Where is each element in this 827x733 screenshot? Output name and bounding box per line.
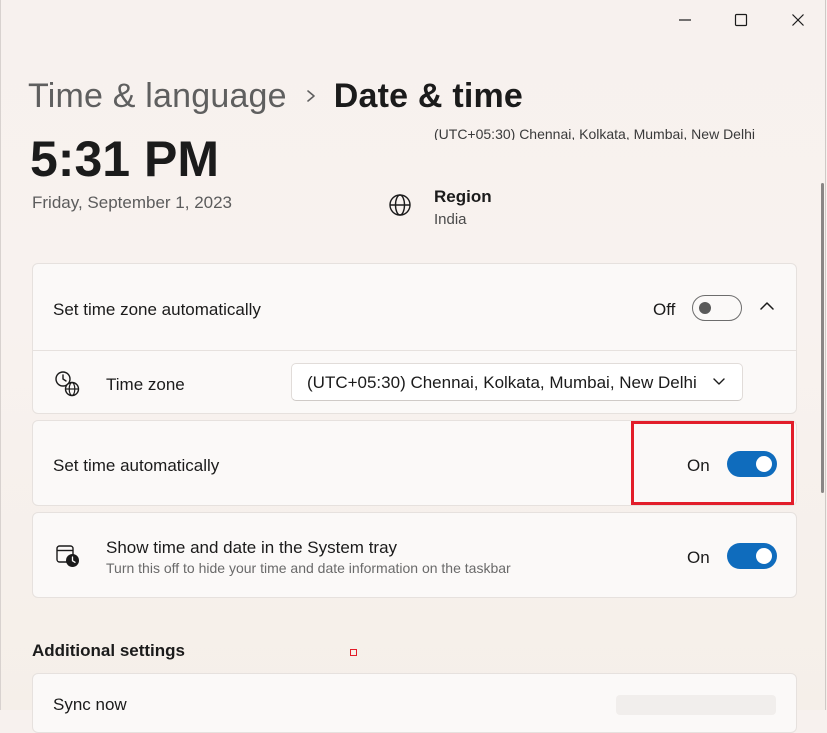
settings-window: Time & language Date & time 5:31 PM Frid… xyxy=(0,0,826,733)
card-divider xyxy=(33,350,796,351)
auto-timezone-state: Off xyxy=(653,300,676,319)
timezone-selected-value: (UTC+05:30) Chennai, Kolkata, Mumbai, Ne… xyxy=(307,373,697,392)
additional-settings-heading: Additional settings xyxy=(32,641,185,660)
system-tray-state: On xyxy=(687,548,710,567)
system-tray-toggle[interactable] xyxy=(727,543,777,569)
calendar-clock-icon xyxy=(56,545,79,567)
chevron-right-icon xyxy=(305,88,317,104)
auto-timezone-label: Set time zone automatically xyxy=(53,300,261,319)
scrollbar[interactable] xyxy=(821,183,824,493)
toggle-knob xyxy=(699,302,711,314)
toggle-knob xyxy=(756,548,772,564)
sync-now-label: Sync now xyxy=(53,695,127,714)
current-date: Friday, September 1, 2023 xyxy=(32,193,233,212)
maximize-icon xyxy=(734,13,748,27)
timezone-summary: (UTC+05:30) Chennai, Kolkata, Mumbai, Ne… xyxy=(434,120,794,140)
highlight-box xyxy=(631,421,794,505)
region-title: Region xyxy=(434,187,492,206)
annotation-marker xyxy=(350,649,357,656)
chevron-down-icon xyxy=(713,378,725,385)
page-title: Date & time xyxy=(333,76,524,115)
maximize-button[interactable] xyxy=(713,0,769,40)
minimize-icon xyxy=(679,19,691,21)
sync-now-button[interactable] xyxy=(616,695,776,715)
chevron-up-icon[interactable] xyxy=(759,300,775,312)
region-value: India xyxy=(434,211,467,228)
timezone-card: Set time zone automatically Off Time zon… xyxy=(32,263,797,414)
timezone-globe-icon xyxy=(55,371,80,397)
breadcrumb-parent-link[interactable]: Time & language xyxy=(28,77,287,116)
sync-card: Sync now xyxy=(32,673,797,733)
current-time: 5:31 PM xyxy=(30,131,219,187)
system-tray-description: Turn this off to hide your time and date… xyxy=(106,560,511,576)
system-tray-card: Show time and date in the System tray Tu… xyxy=(32,512,797,598)
timezone-dropdown[interactable]: (UTC+05:30) Chennai, Kolkata, Mumbai, Ne… xyxy=(291,363,743,401)
minimize-button[interactable] xyxy=(657,0,713,40)
close-icon xyxy=(792,14,804,26)
breadcrumb: Time & language Date & time xyxy=(28,74,523,118)
auto-timezone-toggle[interactable] xyxy=(692,295,742,321)
timezone-summary-text: (UTC+05:30) Chennai, Kolkata, Mumbai, Ne… xyxy=(434,126,755,140)
system-tray-label: Show time and date in the System tray xyxy=(106,538,398,557)
timezone-label: Time zone xyxy=(106,375,185,394)
close-button[interactable] xyxy=(770,0,826,40)
auto-time-label: Set time automatically xyxy=(53,456,220,475)
globe-icon xyxy=(389,194,411,216)
